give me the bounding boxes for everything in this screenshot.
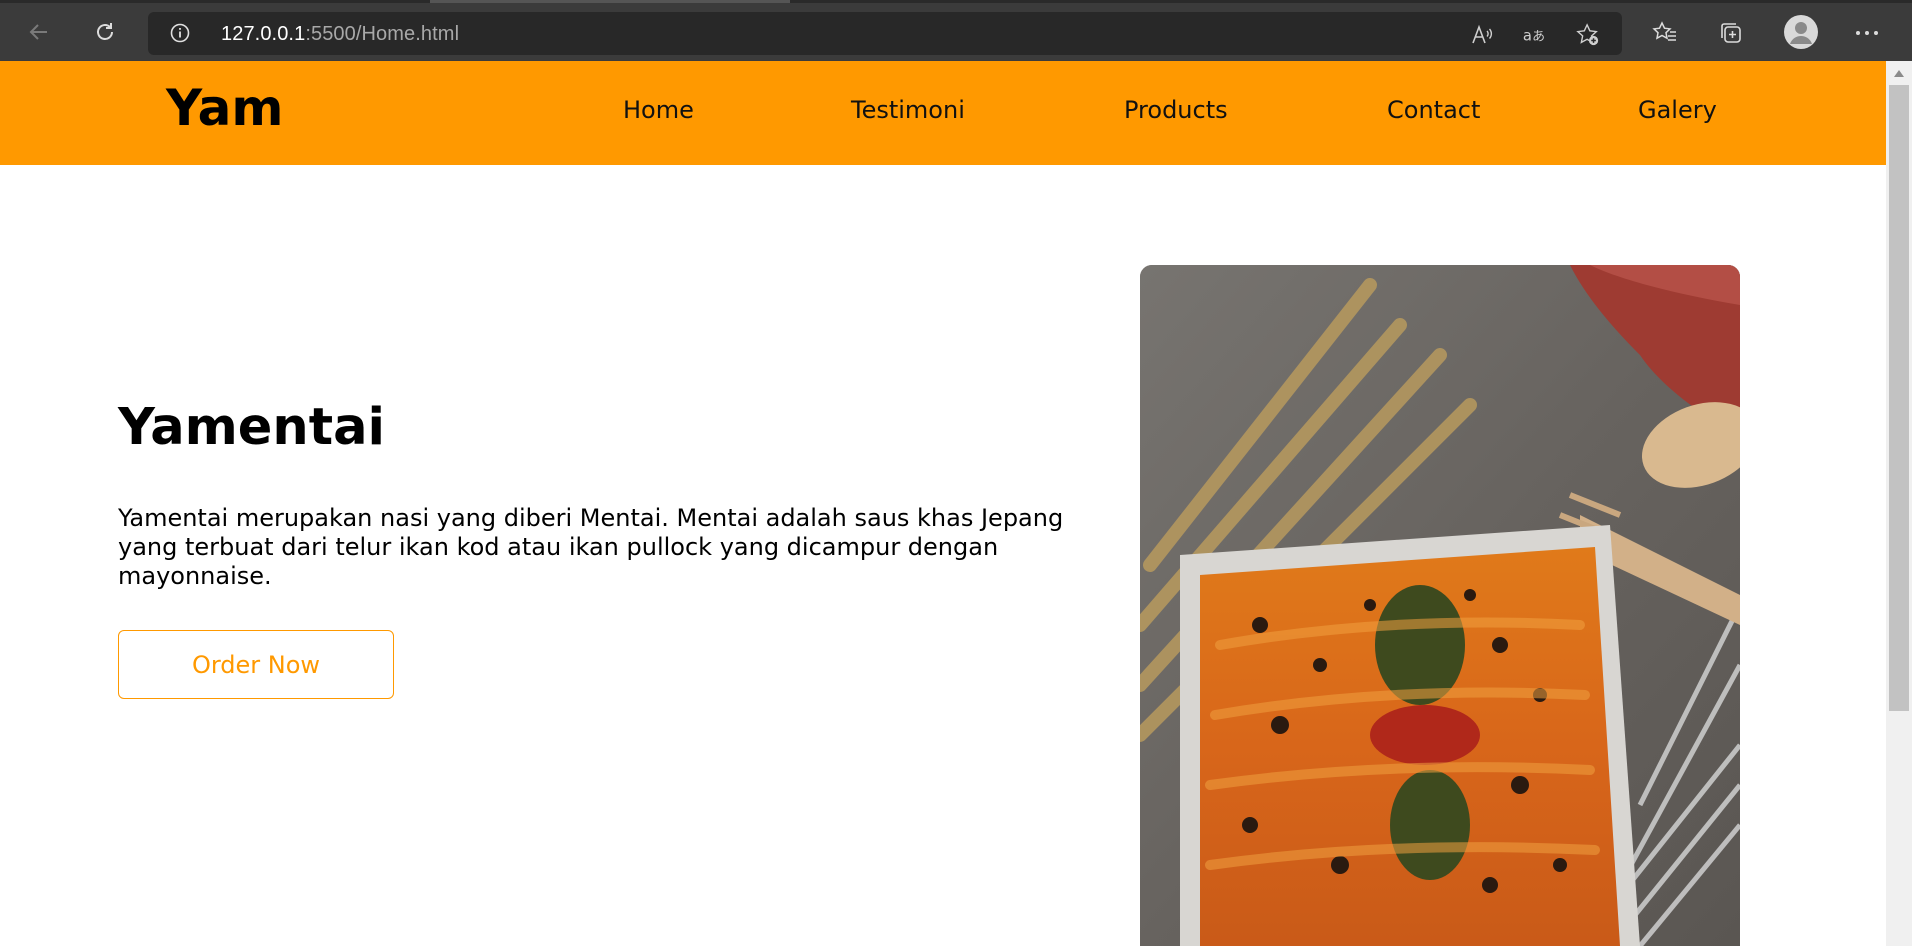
svg-text:あ: あ [1532,30,1545,45]
translate-icon[interactable]: aあ [1522,23,1546,47]
svg-text:a: a [1523,28,1532,45]
back-arrow-icon[interactable] [24,17,54,47]
hero-title: Yamentai [118,398,385,457]
scroll-up-arrow-icon[interactable] [1886,61,1912,85]
read-aloud-icon[interactable] [1470,23,1494,47]
info-icon[interactable] [170,23,190,43]
nav-link-galery[interactable]: Galery [1638,98,1717,122]
url-host: 127.0.0.1 [221,23,306,45]
profile-avatar-icon[interactable] [1784,15,1818,49]
site-header: Yam Home Testimoni Products Contact Gale… [0,61,1886,165]
food-photo [1140,265,1740,946]
site-logo[interactable]: Yam [166,83,283,133]
order-now-button[interactable]: Order Now [118,630,394,699]
more-icon[interactable] [1852,18,1882,48]
refresh-icon[interactable] [90,17,120,47]
url-text[interactable]: 127.0.0.1:5500/Home.html [221,23,459,46]
browser-toolbar: 127.0.0.1:5500/Home.html aあ [0,0,1912,61]
url-path: :5500/Home.html [305,23,460,45]
favorites-icon[interactable] [1650,18,1680,48]
collections-icon[interactable] [1716,18,1746,48]
nav-link-contact[interactable]: Contact [1387,98,1480,122]
nav-link-home[interactable]: Home [623,98,694,122]
scrollbar-thumb[interactable] [1889,85,1909,711]
nav-link-products[interactable]: Products [1124,98,1228,122]
add-favorite-icon[interactable] [1576,23,1600,47]
nav-link-testimoni[interactable]: Testimoni [851,98,965,122]
hero-description: Yamentai merupakan nasi yang diberi Ment… [118,504,1064,590]
active-tab-indicator [430,0,790,3]
address-bar[interactable]: 127.0.0.1:5500/Home.html aあ [148,12,1622,55]
page-scrollbar[interactable] [1886,61,1912,946]
